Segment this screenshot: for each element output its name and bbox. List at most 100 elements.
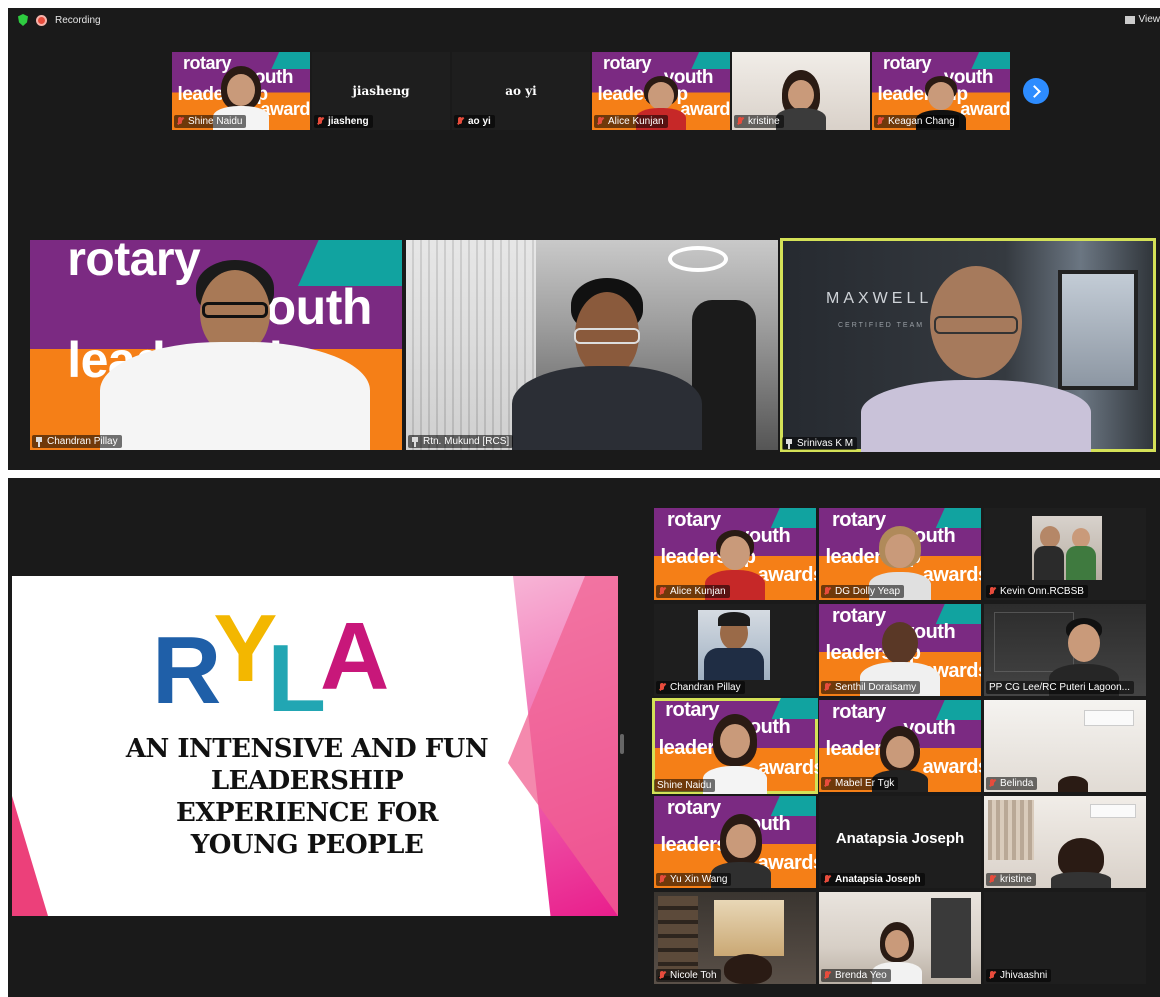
speaker-video <box>99 260 370 450</box>
air-conditioner <box>1084 710 1134 726</box>
participant-nameplate: Chandran Pillay <box>656 681 745 694</box>
participant-nameplate: Senthil Doraisamy <box>821 681 921 694</box>
participant-nameplate: ao yi <box>454 115 495 128</box>
participant-nameplate: Brenda Yeo <box>821 969 891 982</box>
mic-muted-icon <box>824 778 831 789</box>
slide-decoration <box>12 796 48 916</box>
participant-display-name: ao yi <box>505 84 537 98</box>
participant-nameplate: Jhivaashni <box>986 969 1052 982</box>
mic-muted-icon <box>659 682 666 693</box>
meeting-window-bottom: RYLA AN INTENSIVE AND FUN LEADERSHIP EXP… <box>8 478 1160 997</box>
gallery-tile-jhivaashni[interactable]: Jhivaashni <box>984 892 1146 984</box>
gallery-tile-brenda-yeo[interactable]: Brenda Yeo <box>819 892 981 984</box>
slide-tagline: AN INTENSIVE AND FUN LEADERSHIP EXPERIEN… <box>125 734 489 860</box>
participant-photo <box>1032 516 1102 580</box>
mic-muted-icon <box>737 116 744 127</box>
split-view-resize-handle[interactable] <box>620 734 624 754</box>
view-button[interactable]: View <box>1124 14 1160 25</box>
mic-muted-icon <box>989 778 996 789</box>
participant-video <box>718 954 778 984</box>
participant-photo <box>698 610 770 680</box>
mic-muted-icon <box>877 116 884 127</box>
speaker-nameplate: Chandran Pillay <box>32 435 122 448</box>
window-blinds <box>988 800 1034 860</box>
speaker-tile-srinivas-km[interactable]: MAXWELL CERTIFIED TEAM Srinivas K M <box>780 238 1156 452</box>
mic-muted-icon <box>659 970 666 981</box>
participant-nameplate: Alice Kunjan <box>594 115 668 128</box>
participant-nameplate: PP CG Lee/RC Puteri Lagoon... <box>986 681 1135 694</box>
pin-icon <box>411 436 419 447</box>
recording-indicator[interactable]: Recording <box>18 14 101 26</box>
participant-nameplate: kristine <box>986 873 1036 886</box>
participant-nameplate: Shine Naidu <box>654 779 716 792</box>
bookshelf <box>658 896 698 980</box>
participant-nameplate: Kevin Onn.RCBSB <box>986 585 1088 598</box>
mic-muted-icon <box>457 116 464 127</box>
view-grid-icon <box>1124 15 1135 24</box>
participant-nameplate: Anatapsia Joseph <box>821 873 925 886</box>
speaker-tile-rtn-mukund[interactable]: Rtn. Mukund [RCS] <box>406 240 778 450</box>
mic-muted-icon <box>177 116 184 127</box>
ryla-logo: RYLA <box>152 595 390 732</box>
participant-nameplate: Shine Naidu <box>174 115 247 128</box>
mic-muted-icon <box>989 586 996 597</box>
mic-muted-icon <box>989 874 996 885</box>
participant-nameplate: Yu Xin Wang <box>656 873 732 886</box>
gallery-tile-yu-xin-wang[interactable]: rotaryyouthleadershipawards Yu Xin Wang <box>654 796 816 888</box>
gallery-tile-dg-dolly-yeap[interactable]: rotaryyouthleadershipawards DG Dolly Yea… <box>819 508 981 600</box>
participant-nameplate: Mabel Er Tgk <box>821 777 899 790</box>
recording-icon <box>36 14 47 26</box>
mic-muted-icon <box>824 682 831 693</box>
participant-tile-alice-kunjan[interactable]: rotaryyouthleadershipawards Alice Kunjan <box>592 52 730 130</box>
gallery-tile-shine-naidu[interactable]: rotary youth leadership awards Shine Naidu <box>652 698 818 794</box>
pin-icon <box>785 438 793 449</box>
mic-muted-icon <box>597 116 604 127</box>
participant-video <box>1051 838 1112 888</box>
glasses <box>573 328 640 344</box>
security-shield-icon[interactable] <box>18 14 28 26</box>
mic-muted-icon <box>824 970 831 981</box>
participant-nameplate: Keagan Chang <box>874 115 959 128</box>
mic-muted-icon <box>317 116 324 127</box>
gallery-tile-alice-kunjan[interactable]: rotaryyouthleadershipawards Alice Kunjan <box>654 508 816 600</box>
mic-muted-icon <box>659 874 666 885</box>
participant-video <box>1058 776 1088 792</box>
mic-muted-icon <box>989 970 996 981</box>
gallery-tile-kevin-onn[interactable]: Kevin Onn.RCBSB <box>984 508 1146 600</box>
speaker-tile-chandran-pillay[interactable]: rotary youth leadership Chandran Pillay <box>30 240 402 450</box>
participant-tile-kristine[interactable]: kristine <box>732 52 870 130</box>
gallery-tile-senthil-doraisamy[interactable]: rotaryyouthleadershipawards Senthil Dora… <box>819 604 981 696</box>
air-conditioner <box>1090 804 1136 818</box>
glasses <box>201 302 268 318</box>
mic-muted-icon <box>824 874 831 885</box>
participant-nameplate: Belinda <box>986 777 1038 790</box>
participant-tile-ao-yi[interactable]: ao yi ao yi <box>452 52 590 130</box>
speaker-video <box>511 270 702 450</box>
speaker-nameplate: Srinivas K M <box>782 437 858 450</box>
speaker-video <box>860 252 1091 452</box>
participant-nameplate: Nicole Toh <box>656 969 721 982</box>
participant-display-name: jiasheng <box>352 84 410 98</box>
mic-muted-icon <box>659 586 666 597</box>
participant-tile-jiasheng[interactable]: jiasheng jiasheng <box>312 52 450 130</box>
recording-label: Recording <box>55 14 101 26</box>
ceiling-light <box>668 246 728 272</box>
speaker-nameplate: Rtn. Mukund [RCS] <box>408 435 514 448</box>
participant-tile-keagan-chang[interactable]: rotaryyouthleadershipawards Keagan Chang <box>872 52 1010 130</box>
mic-muted-icon <box>824 586 831 597</box>
gallery-tile-belinda[interactable]: Belinda <box>984 700 1146 792</box>
participant-nameplate: DG Dolly Yeap <box>821 585 905 598</box>
participant-tile-shine-naidu[interactable]: rotaryyouthleadershipawards Shine Naidu <box>172 52 310 130</box>
gallery-tile-chandran-pillay[interactable]: Chandran Pillay <box>654 604 816 696</box>
gallery-tile-pp-cg-lee[interactable]: PP CG Lee/RC Puteri Lagoon... <box>984 604 1146 696</box>
next-page-arrow-icon[interactable] <box>1023 78 1049 104</box>
window <box>714 900 784 956</box>
gallery-tile-mabel-er-tgk[interactable]: rotaryyouthleadershipawards Mabel Er Tgk <box>819 700 981 792</box>
gallery-tile-kristine[interactable]: kristine <box>984 796 1146 888</box>
doorway <box>931 898 971 978</box>
meeting-window-top: Recording View rotaryyouthleadershipawar… <box>8 8 1160 470</box>
shared-screen-slide: RYLA AN INTENSIVE AND FUN LEADERSHIP EXP… <box>12 576 618 916</box>
gallery-tile-anatapsia-joseph[interactable]: Anatapsia Joseph Anatapsia Joseph <box>819 796 981 888</box>
view-label: View <box>1138 14 1160 25</box>
gallery-tile-nicole-toh[interactable]: Nicole Toh <box>654 892 816 984</box>
